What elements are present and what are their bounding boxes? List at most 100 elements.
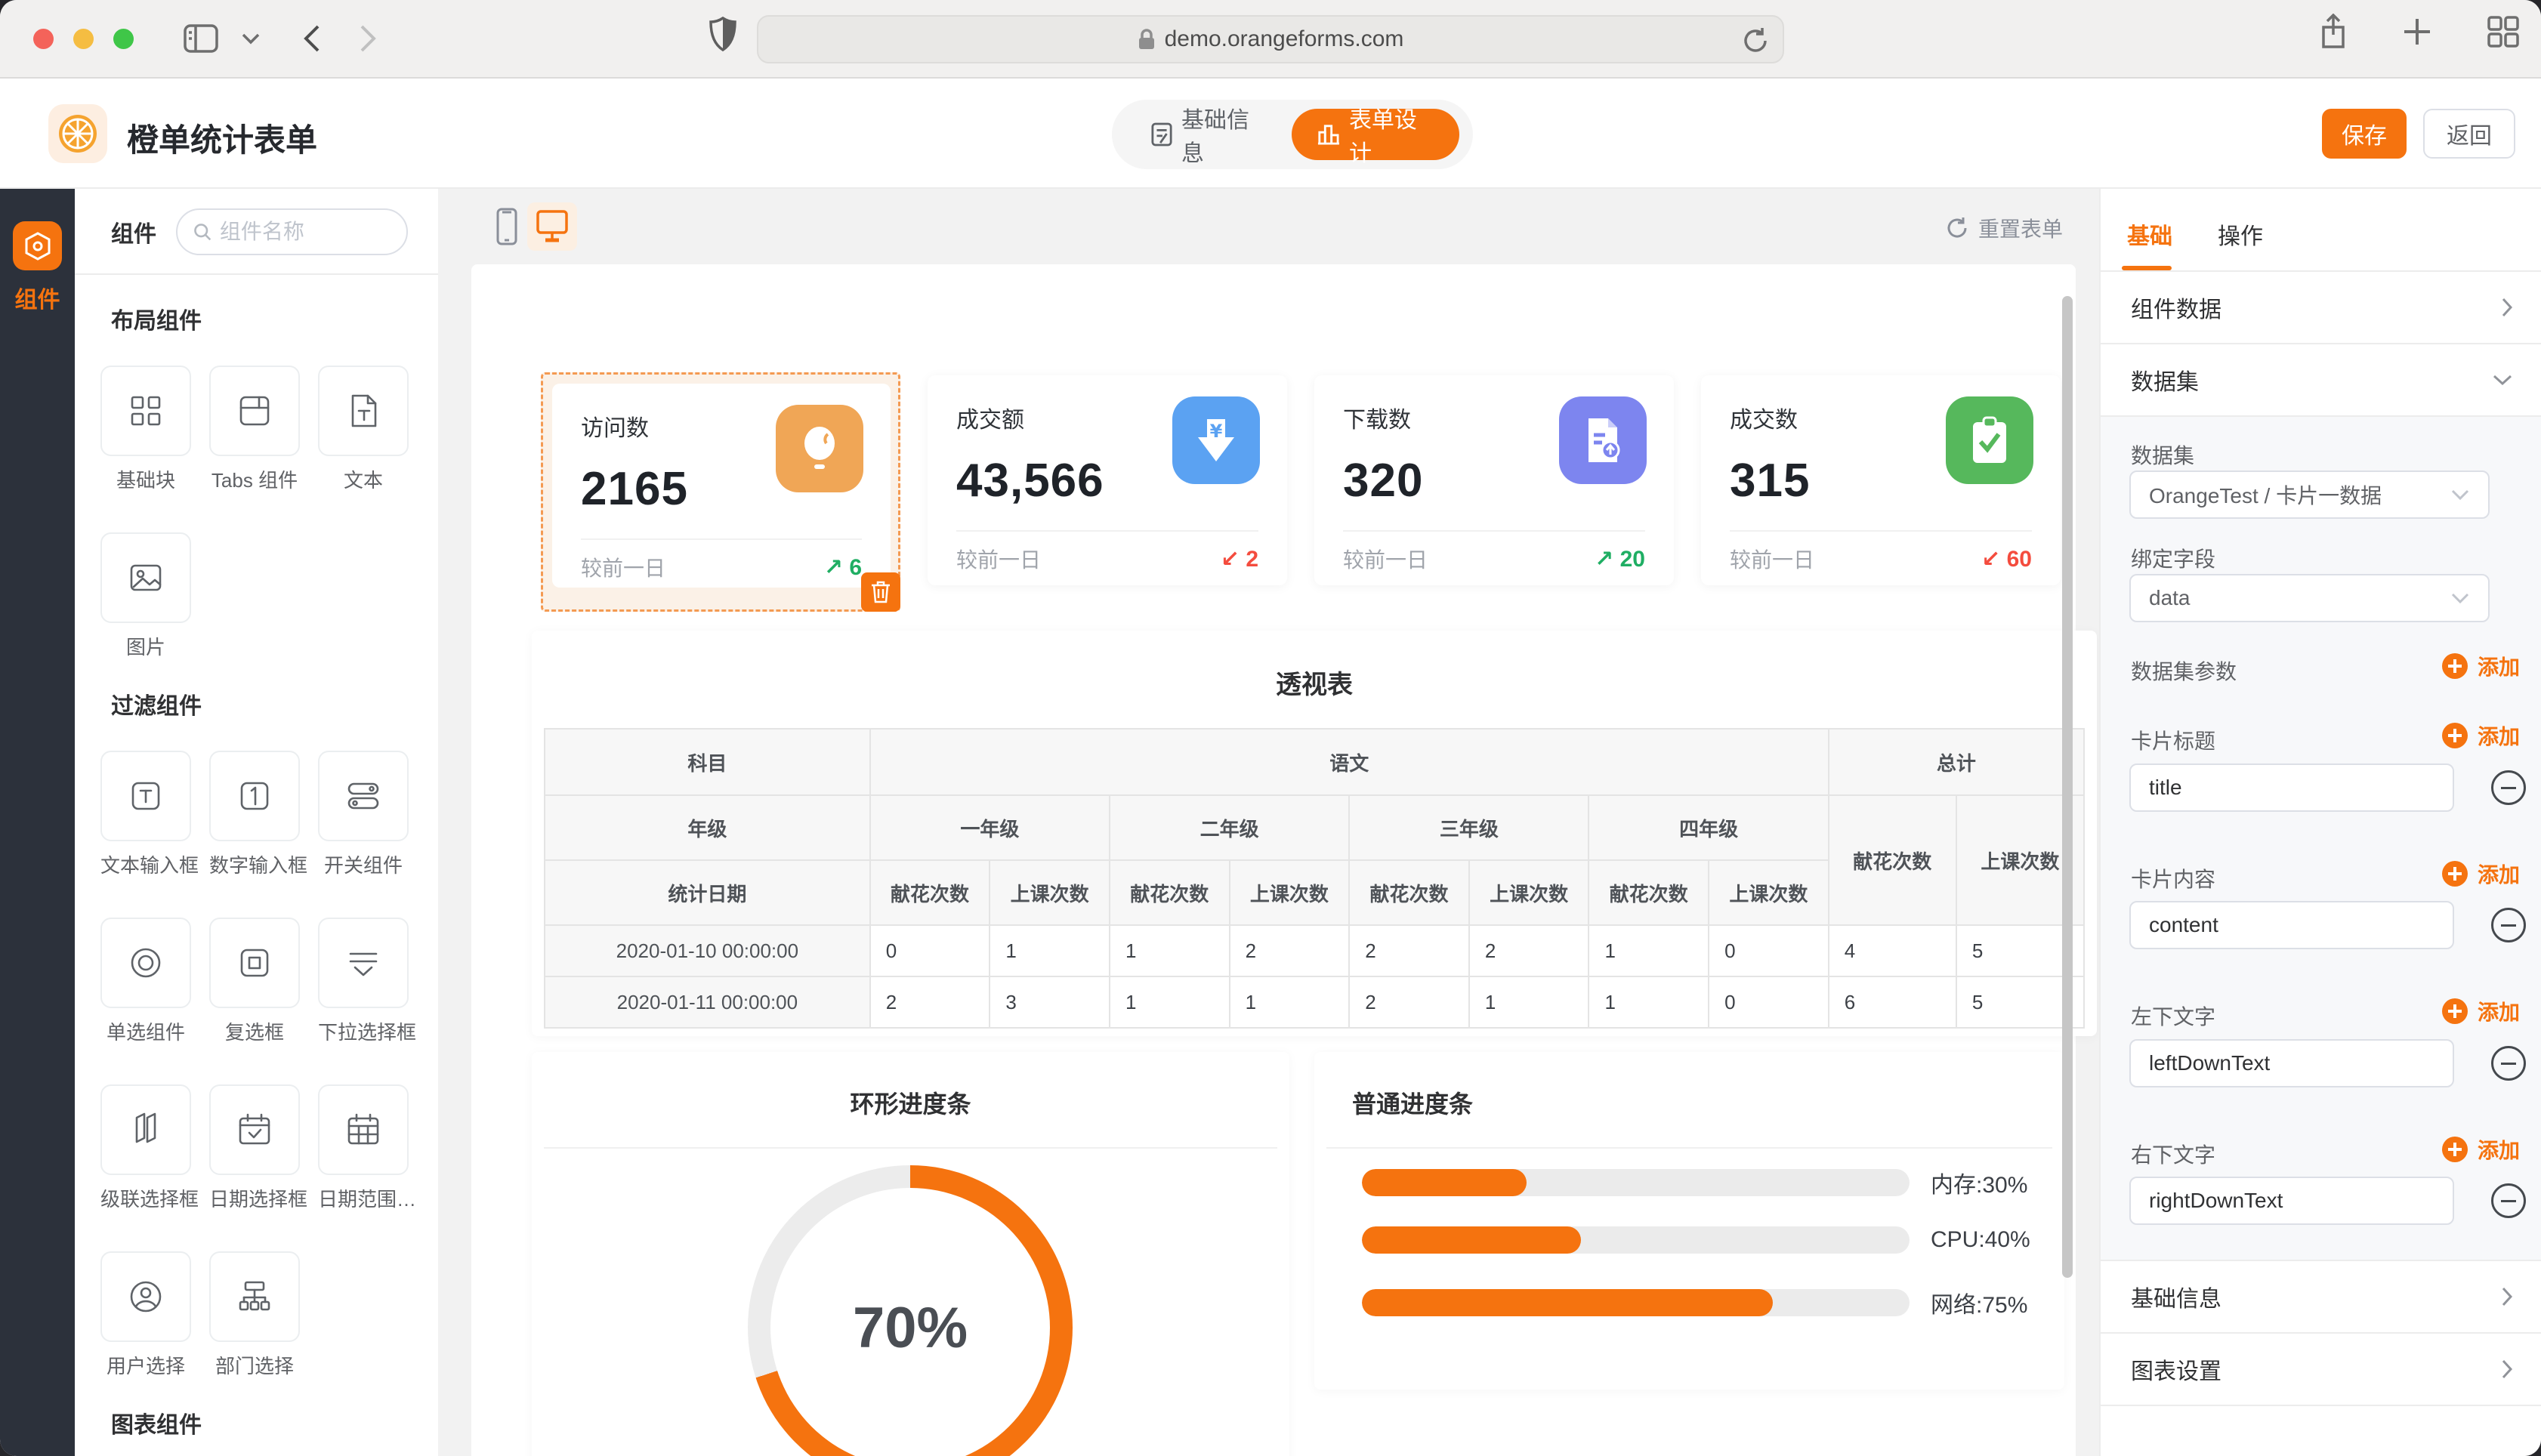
address-bar[interactable]: demo.orangeforms.com xyxy=(757,15,1784,63)
desktop-preview-button[interactable] xyxy=(527,202,577,251)
add-card-content-button[interactable]: 添加 xyxy=(2441,859,2520,889)
bind-field-select[interactable]: data xyxy=(2129,574,2490,622)
compare-label: 较前一日 xyxy=(1730,544,1814,574)
trend-delta: ↗ 20 xyxy=(1595,546,1645,572)
close-window-button[interactable] xyxy=(33,29,54,49)
add-card-title-button[interactable]: 添加 xyxy=(2441,720,2520,751)
clipboard-check-icon xyxy=(1946,396,2033,484)
file-upload-icon xyxy=(1559,396,1647,484)
progress-title: 普通进度条 xyxy=(1352,1085,2064,1120)
back-button[interactable]: 返回 xyxy=(2423,109,2515,159)
ring-progress-widget[interactable]: 环形进度条 70% xyxy=(532,1052,1289,1456)
pivot-table: 科目 语文 总计 年级 一年级 二年级 三年级 四年级 献花次数 上课次数 xyxy=(544,728,2085,1029)
reload-icon[interactable] xyxy=(1742,26,1769,56)
tile-cascade[interactable]: 级联选择框 xyxy=(100,1084,191,1212)
tile-switch[interactable]: 开关组件 xyxy=(318,751,409,878)
delete-widget-button[interactable] xyxy=(861,572,900,612)
selected-widget-outline[interactable]: 访问数 2165 较前一日 ↗ 6 xyxy=(541,372,900,612)
progress-bars-widget[interactable]: 普通进度条 内存:30% CPU:40% 网络:75% xyxy=(1314,1052,2064,1390)
tile-user[interactable]: 用户选择 xyxy=(100,1251,191,1379)
progress-fill xyxy=(1362,1289,1773,1316)
chevron-right-icon xyxy=(2500,296,2514,319)
chart-settings-row[interactable]: 图表设置 xyxy=(2101,1334,2541,1406)
back-icon[interactable] xyxy=(303,23,321,54)
privacy-shield-icon[interactable] xyxy=(709,17,737,51)
tile-date[interactable]: 日期选择框 xyxy=(209,1084,300,1212)
sidebar-toggle-icon[interactable] xyxy=(184,24,218,53)
card-title-label: 卡片标题 xyxy=(2131,725,2215,755)
trash-icon xyxy=(871,581,891,603)
sidebar-chevron-icon[interactable] xyxy=(241,32,261,45)
mobile-preview-button[interactable] xyxy=(482,202,532,251)
search-input[interactable] xyxy=(220,220,391,244)
component-data-row[interactable]: 组件数据 xyxy=(2101,272,2541,344)
remove-card-title-button[interactable] xyxy=(2491,770,2526,805)
add-right-down-button[interactable]: 添加 xyxy=(2441,1134,2520,1164)
zoom-window-button[interactable] xyxy=(113,29,134,49)
component-search[interactable] xyxy=(176,208,408,255)
remove-right-down-button[interactable] xyxy=(2491,1183,2526,1218)
tile-date-range[interactable]: 日期范围… xyxy=(318,1084,409,1212)
dataset-section-row[interactable]: 数据集 xyxy=(2101,344,2541,417)
reset-form-button[interactable]: 重置表单 xyxy=(1945,213,2063,243)
chevron-down-icon xyxy=(2491,373,2514,387)
tile-text-input[interactable]: 文本输入框 xyxy=(100,751,191,878)
params-label: 数据集参数 xyxy=(2131,656,2237,686)
card-title-input[interactable] xyxy=(2129,763,2454,812)
image-icon xyxy=(126,558,165,597)
tab-form-design[interactable]: 表单设计 xyxy=(1292,109,1459,160)
tile-select[interactable]: 下拉选择框 xyxy=(318,918,409,1045)
forward-icon[interactable] xyxy=(359,23,377,54)
dataset-select[interactable]: OrangeTest / 卡片一数据 xyxy=(2129,470,2490,519)
pivot-table-widget[interactable]: 透视表 科目 语文 总计 年级 一年级 二年级 xyxy=(532,631,2097,1036)
pivot-header: 三年级 xyxy=(1349,795,1589,860)
canvas-scrollbar[interactable] xyxy=(2062,296,2073,1278)
progress-row-cpu: CPU:40% xyxy=(1362,1226,2030,1254)
tile-basic-block[interactable]: 基础块 xyxy=(100,366,191,493)
right-down-input[interactable] xyxy=(2129,1177,2454,1225)
add-left-down-button[interactable]: 添加 xyxy=(2441,996,2520,1026)
rail-components-button[interactable] xyxy=(13,221,62,270)
left-down-input[interactable] xyxy=(2129,1039,2454,1087)
tile-number-input[interactable]: 数字输入框 xyxy=(209,751,300,878)
compare-label: 较前一日 xyxy=(956,544,1041,574)
tab-action[interactable]: 操作 xyxy=(2218,217,2263,251)
stat-card-amount[interactable]: 成交额 43,566 ¥ 较前一日 ↙ 2 xyxy=(928,375,1287,585)
org-tree-icon xyxy=(235,1277,274,1316)
new-tab-icon[interactable] xyxy=(2402,17,2432,47)
tile-checkbox[interactable]: 复选框 xyxy=(209,918,300,1045)
save-button[interactable]: 保存 xyxy=(2322,109,2407,159)
pivot-title: 透视表 xyxy=(532,664,2097,701)
pivot-header: 统计日期 xyxy=(545,860,870,925)
tile-text[interactable]: 文本 xyxy=(318,366,409,493)
tile-image[interactable]: 图片 xyxy=(100,532,191,660)
bind-field-label: 绑定字段 xyxy=(2131,543,2215,573)
tile-tabs[interactable]: Tabs 组件 xyxy=(209,366,300,493)
minimize-window-button[interactable] xyxy=(73,29,94,49)
stat-card-deals[interactable]: 成交数 315 较前一日 ↙ 60 xyxy=(1701,375,2061,585)
basic-info-row[interactable]: 基础信息 xyxy=(2101,1261,2541,1334)
stat-card-downloads[interactable]: 下载数 320 较前一日 ↗ 20 xyxy=(1314,375,1674,585)
progress-track xyxy=(1362,1289,1910,1316)
progress-fill xyxy=(1362,1169,1527,1196)
tab-basic[interactable]: 基础 xyxy=(2127,217,2172,251)
tile-dept[interactable]: 部门选择 xyxy=(209,1251,300,1379)
pivot-header: 语文 xyxy=(870,729,1829,795)
form-info-icon xyxy=(1151,122,1172,147)
divider xyxy=(75,273,438,275)
remove-card-content-button[interactable] xyxy=(2491,908,2526,942)
progress-label: 内存:30% xyxy=(1931,1166,2027,1199)
card-content-input[interactable] xyxy=(2129,901,2454,949)
plus-circle-icon xyxy=(2441,860,2468,887)
remove-left-down-button[interactable] xyxy=(2491,1046,2526,1081)
chevron-right-icon xyxy=(2500,1358,2514,1380)
tab-basic-info[interactable]: 基础信息 xyxy=(1125,101,1292,168)
progress-fill xyxy=(1362,1226,1581,1254)
add-param-button[interactable]: 添加 xyxy=(2441,651,2520,681)
share-icon[interactable] xyxy=(2319,14,2348,50)
tab-overview-icon[interactable] xyxy=(2487,15,2520,48)
yuan-arrow-icon: ¥ xyxy=(1172,396,1260,484)
radio-icon xyxy=(126,943,165,982)
tile-radio[interactable]: 单选组件 xyxy=(100,918,191,1045)
stat-card-visits[interactable]: 访问数 2165 较前一日 ↗ 6 xyxy=(552,384,891,588)
